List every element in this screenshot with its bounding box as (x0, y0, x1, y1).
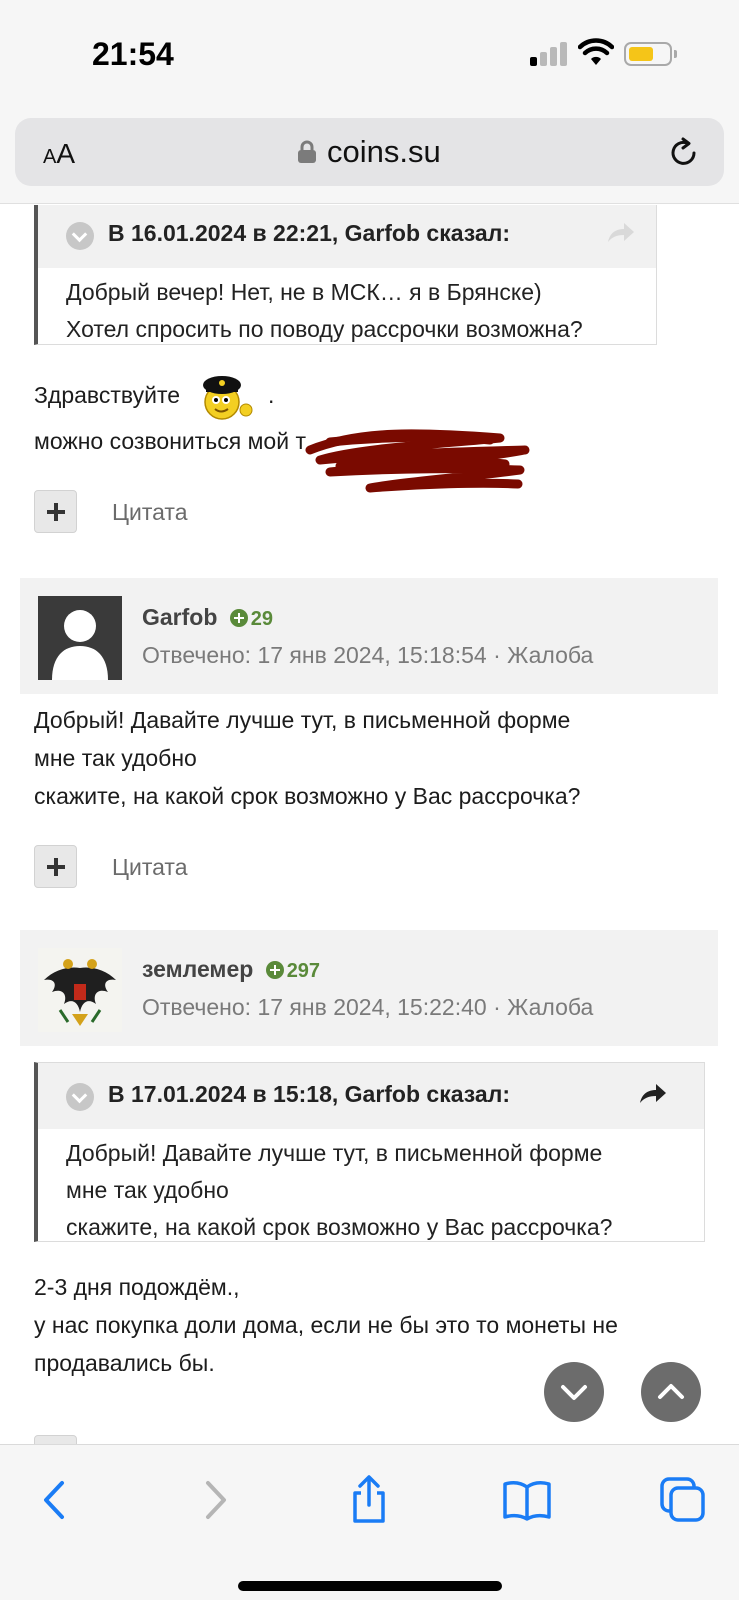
reputation-badge: 297 (265, 960, 320, 982)
quote-link[interactable]: Цитата (112, 499, 188, 526)
post-line: можно созвониться мой т (34, 428, 306, 454)
scroll-down-icon (561, 1385, 587, 1400)
post-body: 2-3 дня подождём., у нас покупка доли до… (34, 1268, 618, 1382)
lock-icon (298, 140, 316, 163)
forward-icon[interactable] (190, 1475, 240, 1525)
quote-title: В 16.01.2024 в 22:21, Garfob сказал: (108, 220, 510, 246)
quote-line: скажите, на какой срок возможно у Вас ра… (66, 1214, 613, 1240)
scroll-down-button[interactable] (544, 1362, 604, 1422)
author-name[interactable]: Garfob (142, 604, 217, 630)
status-bar: 21:54 (0, 0, 739, 108)
quote-line: мне так удобно (66, 1177, 229, 1203)
reputation-badge: 29 (229, 608, 273, 630)
post-line: продавались бы. (34, 1350, 215, 1376)
reload-icon[interactable] (667, 136, 701, 170)
quote-block: В 16.01.2024 в 22:21, Garfob сказал: Доб… (34, 205, 657, 345)
multiquote-button[interactable] (34, 490, 77, 533)
quote-line: Добрый вечер! Нет, не в МСК… я в Брянске… (66, 279, 542, 305)
reader-options-button[interactable]: AA (43, 138, 75, 170)
page-content: В 16.01.2024 в 22:21, Garfob сказал: Доб… (0, 205, 739, 1445)
reputation-plus-icon (229, 609, 248, 627)
post-body: Добрый! Давайте лучше тут, в письменной … (34, 701, 580, 815)
quote-block: В 17.01.2024 в 15:18, Garfob сказал: Доб… (34, 1062, 705, 1242)
address-bar-container: AA coins.su (0, 108, 739, 204)
bookmarks-icon[interactable] (502, 1475, 552, 1525)
battery-icon (624, 42, 677, 66)
share-icon[interactable] (344, 1475, 394, 1525)
home-indicator[interactable] (238, 1581, 502, 1591)
cellular-signal-icon (530, 42, 570, 66)
post-header: землемер 297 Отвечено: 17 янв 2024, 15:2… (20, 930, 718, 1046)
browser-toolbar (0, 1444, 739, 1600)
url-text[interactable]: coins.su (327, 134, 441, 170)
post-line: Здравствуйте . (34, 372, 306, 422)
author-name[interactable]: землемер (142, 956, 253, 982)
quote-line: Хотел спросить по поводу рассрочки возмо… (66, 316, 583, 342)
post-line: у нас покупка доли дома, если не бы это … (34, 1312, 618, 1338)
go-to-quote-icon[interactable] (606, 220, 636, 246)
multiquote-button[interactable] (34, 845, 77, 888)
post-meta: Отвечено: 17 янв 2024, 15:22:40 · Жалоба (142, 994, 594, 1020)
address-bar[interactable]: AA coins.su (15, 118, 724, 186)
post-header: Garfob 29 Отвечено: 17 янв 2024, 15:18:5… (20, 578, 718, 694)
quote-collapse-icon[interactable] (66, 222, 94, 250)
scroll-up-icon (658, 1384, 684, 1399)
author-line: землемер 297 (142, 956, 320, 983)
quote-body: Добрый! Давайте лучше тут, в письменной … (38, 1129, 704, 1246)
author-line: Garfob 29 (142, 604, 273, 631)
quote-body: Добрый вечер! Нет, не в МСК… я в Брянске… (38, 268, 656, 348)
reputation-plus-icon (265, 961, 284, 979)
post-line: мне так удобно (34, 745, 197, 771)
wifi-icon (578, 38, 614, 65)
status-time: 21:54 (92, 36, 174, 72)
quote-title: В 17.01.2024 в 15:18, Garfob сказал: (108, 1081, 510, 1107)
scroll-up-button[interactable] (641, 1362, 701, 1422)
quote-link[interactable]: Цитата (112, 854, 188, 881)
redaction-scribble (305, 429, 530, 493)
quote-header: В 17.01.2024 в 15:18, Garfob сказал: (38, 1063, 704, 1129)
back-icon[interactable] (30, 1475, 80, 1525)
quote-collapse-icon[interactable] (66, 1083, 94, 1111)
post-line: 2-3 дня подождём., (34, 1274, 240, 1300)
avatar[interactable] (38, 948, 122, 1032)
post-line: скажите, на какой срок возможно у Вас ра… (34, 783, 581, 809)
quote-line: Добрый! Давайте лучше тут, в письменной … (66, 1140, 603, 1166)
avatar[interactable] (38, 596, 122, 680)
post-meta: Отвечено: 17 янв 2024, 15:18:54 · Жалоба (142, 642, 594, 668)
post-line: Добрый! Давайте лучше тут, в письменной … (34, 707, 571, 733)
tabs-icon[interactable] (658, 1475, 708, 1525)
go-to-quote-icon[interactable] (638, 1081, 668, 1107)
quote-header: В 16.01.2024 в 22:21, Garfob сказал: (38, 205, 656, 268)
post-body: Здравствуйте . можно созвониться мой т (34, 372, 306, 460)
emoji-smiley-icon (200, 372, 256, 422)
